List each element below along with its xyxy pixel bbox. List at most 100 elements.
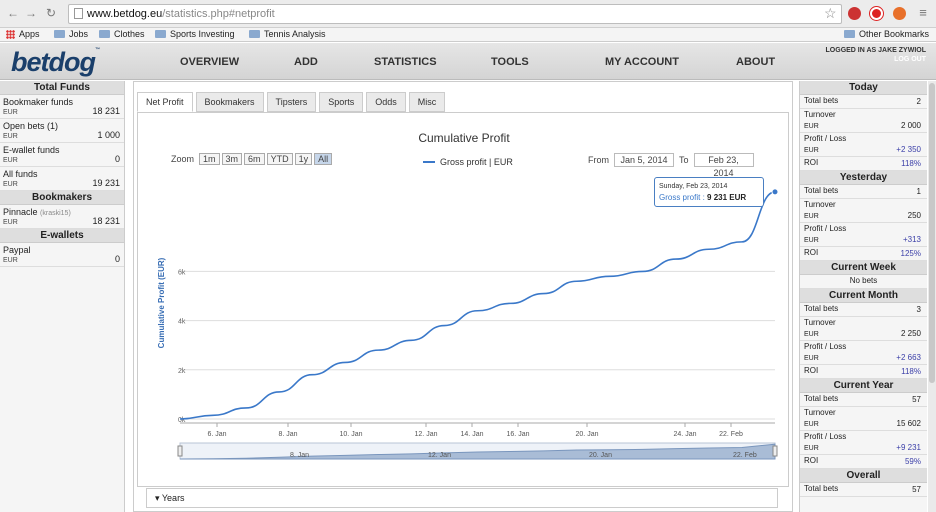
profit-series-line[interactable]	[179, 191, 776, 420]
bookmark-sports-investing[interactable]: Sports Investing	[155, 29, 235, 39]
stat-value: 3	[916, 305, 921, 314]
stat-value: 2 000	[900, 121, 921, 130]
folder-icon	[99, 30, 110, 38]
navigator-left-handle[interactable]	[177, 445, 183, 457]
stat-label: Total bets	[804, 394, 839, 403]
stat-row: Total bets 57	[800, 483, 927, 497]
stat-row: ROI 59%	[800, 455, 927, 469]
scrollbar-thumb[interactable]	[929, 83, 935, 383]
stat-row: Profit / Loss EUR +9 231	[800, 431, 927, 455]
x-tick-label: 10. Jan	[340, 431, 363, 438]
extension-icon[interactable]	[848, 7, 861, 20]
tab-bookmakers[interactable]: Bookmakers	[195, 92, 264, 112]
stat-value: 15 602	[896, 419, 921, 428]
stat-row: Profit / Loss EUR +2 663	[800, 341, 927, 365]
tab-tipsters[interactable]: Tipsters	[266, 92, 317, 112]
tab-sports[interactable]: Sports	[319, 92, 364, 112]
bookmakers-heading: Bookmakers	[0, 191, 124, 205]
stat-currency: EUR	[804, 237, 819, 244]
funds-row: All funds EUR 19 231	[0, 167, 124, 191]
right-sidebar: Today Total bets 2 Turnover EUR 2 000 Profit /…	[799, 81, 927, 512]
stat-value: 2 250	[900, 329, 921, 338]
stat-label: Turnover	[804, 318, 836, 327]
chart-panel: Cumulative Profit Zoom 1m 3m 6m YTD 1y A…	[137, 112, 789, 487]
nav-about[interactable]: ABOUT	[736, 56, 775, 68]
stat-label: Total bets	[804, 96, 839, 105]
nav-overview[interactable]: OVERVIEW	[180, 56, 239, 68]
x-tick-label: 22. Feb	[719, 431, 743, 438]
stat-value: 57	[912, 395, 921, 404]
no-bets-text: No bets	[800, 275, 927, 289]
browser-toolbar: ← → ↻ www.betdog.eu/statistics.php#netpr…	[0, 0, 936, 28]
folder-icon	[249, 30, 260, 38]
forward-arrow-icon[interactable]: →	[24, 6, 38, 20]
x-tick-label: 6. Jan	[207, 431, 226, 438]
extension-icon[interactable]	[893, 7, 906, 20]
nav-add[interactable]: ADD	[294, 56, 318, 68]
navigator-tick-label: 12. Jan	[428, 452, 451, 459]
stat-row: Total bets 3	[800, 303, 927, 317]
stat-currency: EUR	[804, 421, 819, 428]
stat-value: +313	[902, 235, 921, 244]
stat-row: ROI 125%	[800, 247, 927, 261]
bookmark-jobs[interactable]: Jobs	[54, 29, 88, 39]
nav-statistics[interactable]: STATISTICS	[374, 56, 437, 68]
logged-in-label: LOGGED IN AS JAKE ZYWIOL	[825, 47, 926, 54]
stat-currency: EUR	[804, 213, 819, 220]
left-sidebar: Total Funds Bookmaker funds EUR 18 231 Ope…	[0, 81, 125, 512]
x-tick-label: 16. Jan	[507, 431, 530, 438]
nav-tools[interactable]: TOOLS	[491, 56, 529, 68]
bookmark-other[interactable]: Other Bookmarks	[844, 29, 929, 39]
url-path: /statistics.php#netprofit	[162, 8, 275, 20]
funds-row: E-wallet funds EUR 0	[0, 143, 124, 167]
statistics-panel: Net Profit Bookmakers Tipsters Sports Od…	[133, 81, 793, 512]
page-scrollbar[interactable]	[928, 81, 936, 512]
stat-currency: EUR	[804, 331, 819, 338]
folder-icon	[844, 30, 855, 38]
tab-misc[interactable]: Misc	[408, 92, 446, 112]
stat-value: +9 231	[896, 443, 921, 452]
bookmark-star-icon[interactable]: ☆	[824, 5, 837, 22]
betdog-logo[interactable]: betdog™	[11, 47, 100, 78]
stat-value: 1	[916, 187, 921, 196]
stat-value: 59%	[904, 457, 921, 466]
tab-net-profit[interactable]: Net Profit	[137, 92, 193, 112]
page-icon	[74, 8, 83, 19]
stat-label: Total bets	[804, 304, 839, 313]
stat-row: ROI 118%	[800, 157, 927, 171]
stat-label: Profit / Loss	[804, 134, 847, 143]
bookmark-clothes[interactable]: Clothes	[99, 29, 145, 39]
reload-icon[interactable]: ↻	[44, 6, 58, 20]
tab-odds[interactable]: Odds	[366, 92, 406, 112]
stat-label: Profit / Loss	[804, 342, 847, 351]
current-year-heading: Current Year	[800, 379, 927, 393]
x-tick-label: 20. Jan	[576, 431, 599, 438]
back-arrow-icon[interactable]: ←	[6, 6, 20, 20]
stat-row: Turnover EUR 250	[800, 199, 927, 223]
menu-icon[interactable]: ≡	[916, 6, 930, 20]
logout-link[interactable]: LOG OUT	[826, 55, 926, 64]
navigator-right-handle[interactable]	[772, 445, 778, 457]
folder-icon	[54, 30, 65, 38]
stat-row: Turnover EUR 15 602	[800, 407, 927, 431]
stat-value: 118%	[901, 367, 921, 376]
stat-label: Profit / Loss	[804, 224, 847, 233]
funds-row: Bookmaker funds EUR 18 231	[0, 95, 124, 119]
ewallet-row[interactable]: Paypal EUR 0	[0, 243, 124, 267]
stat-label: Total bets	[804, 484, 839, 493]
stat-label: ROI	[804, 366, 819, 375]
stat-row: ROI 118%	[800, 365, 927, 379]
stat-value: 57	[912, 485, 921, 494]
years-section[interactable]: ▾ Years	[146, 488, 778, 508]
address-bar[interactable]: www.betdog.eu/statistics.php#netprofit	[68, 4, 842, 24]
cumulative-profit-chart[interactable]: Cumulative Profit (EUR) 0k2k4k6k 6. Jan 8…	[138, 113, 790, 488]
bookmark-tennis-analysis[interactable]: Tennis Analysis	[249, 29, 326, 39]
hover-point[interactable]	[771, 188, 779, 196]
stat-value: 118%	[901, 159, 921, 168]
adblock-icon[interactable]	[870, 7, 883, 20]
bookmaker-row[interactable]: Pinnacle (kraski15) EUR 18 231	[0, 205, 124, 229]
bookmark-apps[interactable]: Apps	[6, 29, 40, 39]
stat-label: Turnover	[804, 408, 836, 417]
tooltip-date: Sunday, Feb 23, 2014	[659, 183, 728, 190]
nav-my-account[interactable]: MY ACCOUNT	[605, 56, 679, 68]
